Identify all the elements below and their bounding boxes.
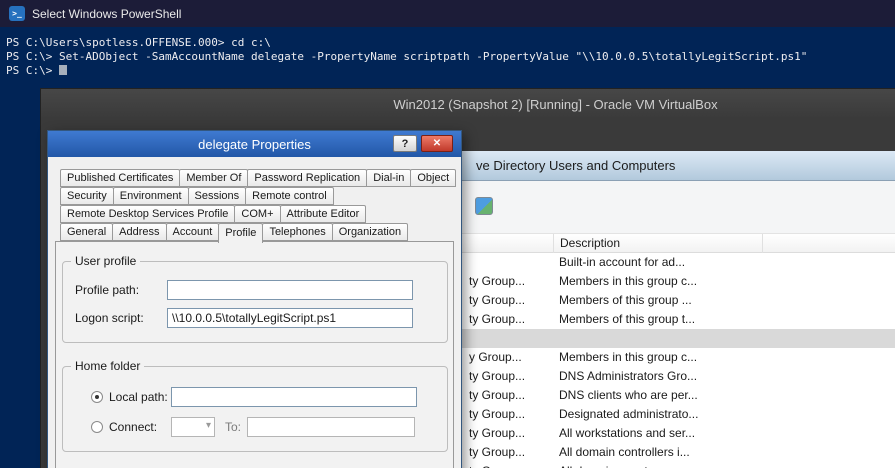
powershell-title: Select Windows PowerShell — [32, 7, 181, 21]
powershell-icon: >_ — [9, 6, 25, 21]
cell-description: Designated administrato... — [559, 407, 698, 421]
tab-environment[interactable]: Environment — [113, 187, 189, 205]
powershell-titlebar[interactable]: >_ Select Windows PowerShell — [0, 0, 895, 27]
tab-dial-in[interactable]: Dial-in — [366, 169, 411, 187]
dialog-titlebar[interactable]: delegate Properties ? ✕ — [48, 131, 461, 157]
delegate-properties-dialog: delegate Properties ? ✕ Published Certif… — [47, 130, 462, 468]
tab-row: SecurityEnvironmentSessionsRemote contro… — [60, 187, 453, 205]
screen: >_ Select Windows PowerShell PS C:\Users… — [0, 0, 895, 468]
home-folder-legend: Home folder — [71, 359, 144, 373]
tab-account[interactable]: Account — [166, 223, 220, 241]
aduc-toolbar-icon[interactable] — [475, 197, 493, 215]
virtualbox-title: Win2012 (Snapshot 2) [Running] - Oracle … — [393, 97, 717, 112]
profile-tab-page: User profile Profile path: Logon script:… — [55, 241, 454, 468]
cell-description: Members in this group c... — [559, 274, 697, 288]
profile-path-input[interactable] — [167, 280, 413, 300]
cell-description: Members of this group t... — [559, 312, 695, 326]
tab-published-certificates[interactable]: Published Certificates — [60, 169, 180, 187]
cell-type: ty Group... — [469, 293, 525, 307]
virtualbox-titlebar[interactable]: Win2012 (Snapshot 2) [Running] - Oracle … — [41, 89, 895, 119]
profile-path-label: Profile path: — [75, 283, 167, 297]
console-cursor — [59, 65, 67, 75]
tab-object[interactable]: Object — [410, 169, 456, 187]
cell-type: ty Group... — [469, 426, 525, 440]
cell-description: All domain guests — [559, 464, 654, 468]
dialog-title: delegate Properties — [198, 137, 311, 152]
tab-password-replication[interactable]: Password Replication — [247, 169, 367, 187]
cell-description: Members of this group ... — [559, 293, 692, 307]
connect-to-input[interactable] — [247, 417, 415, 437]
tab-security[interactable]: Security — [60, 187, 114, 205]
tab-sessions[interactable]: Sessions — [188, 187, 247, 205]
cell-description: Members in this group c... — [559, 350, 697, 364]
tab-row: Remote Desktop Services ProfileCOM+Attri… — [60, 205, 453, 223]
cell-description: DNS Administrators Gro... — [559, 369, 697, 383]
cell-type: ty Group... — [469, 274, 525, 288]
local-path-label: Local path: — [109, 390, 171, 404]
console-line: PS C:\Users\spotless.OFFENSE.000> cd c:\ — [6, 36, 895, 50]
tab-profile[interactable]: Profile — [218, 223, 263, 243]
help-button[interactable]: ? — [393, 135, 417, 152]
user-profile-legend: User profile — [71, 254, 140, 268]
local-path-radio[interactable] — [91, 391, 103, 403]
cell-type: ty Group... — [469, 388, 525, 402]
drive-letter-select[interactable]: ▾ — [171, 417, 215, 437]
console-line: PS C:\> — [6, 64, 895, 78]
cell-type: ty Group... — [469, 407, 525, 421]
logon-script-label: Logon script: — [75, 311, 167, 325]
column-divider[interactable] — [762, 234, 763, 253]
tab-remote-control[interactable]: Remote control — [245, 187, 334, 205]
user-profile-group: User profile Profile path: Logon script: — [62, 254, 448, 343]
cell-type: ty Group... — [469, 445, 525, 459]
cell-type: ty Group... — [469, 312, 525, 326]
local-path-input[interactable] — [171, 387, 417, 407]
connect-radio[interactable] — [91, 421, 103, 433]
tab-remote-desktop-services-profile[interactable]: Remote Desktop Services Profile — [60, 205, 235, 223]
cell-type: y Group... — [469, 350, 522, 364]
home-folder-group: Home folder Local path: Connect: ▾ To: — [62, 359, 448, 452]
dialog-tabs: Published CertificatesMember OfPassword … — [60, 169, 453, 241]
column-header-description[interactable]: Description — [553, 234, 620, 253]
cell-description: DNS clients who are per... — [559, 388, 698, 402]
connect-label: Connect: — [109, 420, 171, 434]
chevron-down-icon: ▾ — [206, 420, 211, 431]
logon-script-input[interactable] — [167, 308, 413, 328]
tab-com-[interactable]: COM+ — [234, 205, 280, 223]
close-button[interactable]: ✕ — [421, 135, 453, 152]
tab-telephones[interactable]: Telephones — [262, 223, 332, 241]
cell-description: Built-in account for ad... — [559, 255, 685, 269]
tab-address[interactable]: Address — [112, 223, 166, 241]
cell-type: ty Group... — [469, 464, 525, 468]
close-icon: ✕ — [433, 138, 441, 149]
tab-row: GeneralAddressAccountProfileTelephonesOr… — [60, 223, 453, 241]
tab-member-of[interactable]: Member Of — [179, 169, 248, 187]
aduc-title: ve Directory Users and Computers — [476, 158, 675, 173]
tab-general[interactable]: General — [60, 223, 113, 241]
console-line: PS C:\> Set-ADObject -SamAccountName del… — [6, 50, 895, 64]
cell-type: ty Group... — [469, 369, 525, 383]
connect-to-label: To: — [225, 420, 247, 434]
tab-row: Published CertificatesMember OfPassword … — [60, 169, 453, 187]
cell-description: All domain controllers i... — [559, 445, 690, 459]
cell-description: All workstations and ser... — [559, 426, 695, 440]
tab-organization[interactable]: Organization — [332, 223, 408, 241]
tab-attribute-editor[interactable]: Attribute Editor — [280, 205, 367, 223]
